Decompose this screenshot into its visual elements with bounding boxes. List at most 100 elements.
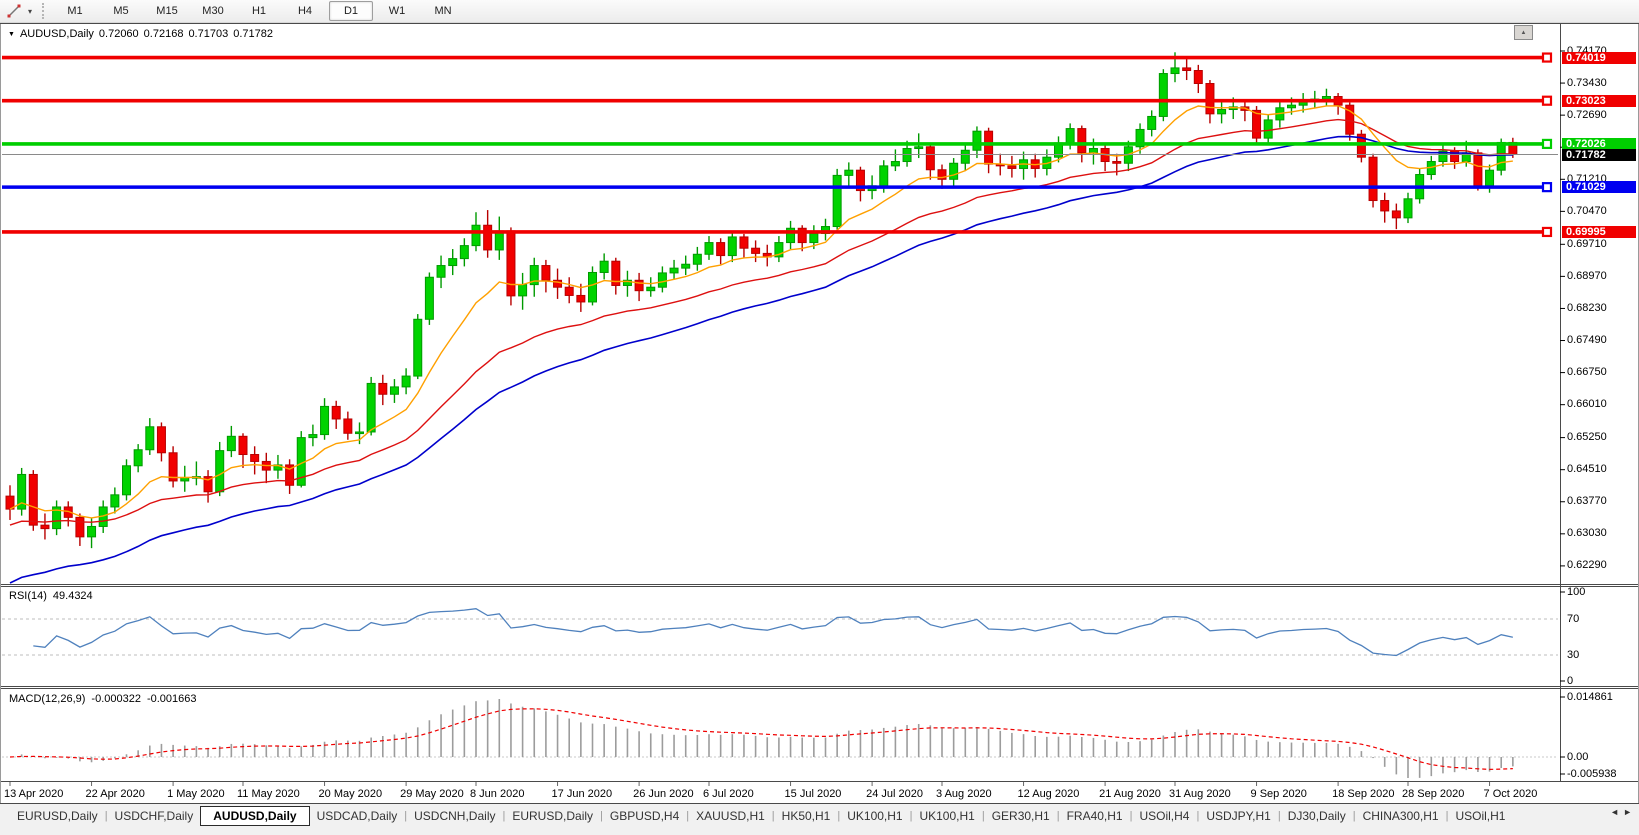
date-tick-label: 11 May 2020	[237, 788, 300, 800]
chart-tab-bar: EURUSD,Daily|USDCHF,DailyAUDUSD,DailyUSD…	[0, 804, 1639, 828]
timeframe-toolbar: M1M5M15M30H1H4D1W1MN	[52, 1, 466, 21]
chart-tab-ger30-h1[interactable]: GER30,H1	[985, 807, 1057, 825]
date-tick-label: 28 Sep 2020	[1402, 788, 1464, 800]
quote-open: 0.72060	[99, 28, 139, 40]
timeframe-button-mn[interactable]: MN	[421, 1, 465, 21]
chart-canvas[interactable]	[0, 0, 1639, 835]
chart-tab-audusd-daily[interactable]: AUDUSD,Daily	[200, 806, 309, 826]
resistance-line-tag: 0.74019	[1562, 52, 1636, 64]
macd-axis-label: -0.005938	[1567, 769, 1617, 780]
date-tick-label: 20 May 2020	[319, 788, 383, 800]
date-tick-label: 12 Aug 2020	[1018, 788, 1080, 800]
chart-tab-usdcad-daily[interactable]: USDCAD,Daily	[310, 807, 405, 825]
price-tick-label: 0.65250	[1567, 432, 1607, 443]
price-tick-label: 0.67490	[1567, 335, 1607, 346]
timeframe-button-m15[interactable]: M15	[145, 1, 189, 21]
price-tick-label: 0.66010	[1567, 399, 1607, 410]
timeframe-button-h4[interactable]: H4	[283, 1, 327, 21]
timeframe-button-m1[interactable]: M1	[53, 1, 97, 21]
dropdown-arrow-icon[interactable]: ▾	[24, 7, 36, 16]
chart-header: ▼ AUDUSD,Daily 0.72060 0.72168 0.71703 0.7178…	[8, 28, 278, 40]
price-tick-label: 0.68230	[1567, 303, 1607, 314]
chart-tab-eurusd-daily[interactable]: EURUSD,Daily	[10, 807, 105, 825]
toolbar: ▾ M1M5M15M30H1H4D1W1MN	[0, 0, 1639, 23]
chart-tab-fra40-h1[interactable]: FRA40,H1	[1060, 807, 1130, 825]
chart-tab-china300-h1[interactable]: CHINA300,H1	[1356, 807, 1446, 825]
macd-main-value: -0.000322	[91, 693, 141, 705]
chart-tab-eurusd-daily[interactable]: EURUSD,Daily	[505, 807, 600, 825]
timeframe-button-d1[interactable]: D1	[329, 1, 373, 21]
chart-tab-dj30-daily[interactable]: DJ30,Daily	[1281, 807, 1353, 825]
price-tick-label: 0.62290	[1567, 560, 1607, 571]
support-line-tag: 0.71029	[1562, 181, 1636, 193]
timeframe-button-h1[interactable]: H1	[237, 1, 281, 21]
price-tick-label: 0.68970	[1567, 271, 1607, 282]
quote-low: 0.71703	[188, 28, 228, 40]
date-tick-label: 13 Apr 2020	[4, 788, 63, 800]
price-tick-label: 0.64510	[1567, 464, 1607, 475]
price-tick-label: 0.70470	[1567, 206, 1607, 217]
date-tick-label: 7 Oct 2020	[1484, 788, 1538, 800]
tab-scroll-right-icon[interactable]: ►	[1623, 807, 1636, 817]
current-price-tag: 0.71782	[1562, 149, 1636, 161]
date-tick-label: 15 Jul 2020	[785, 788, 842, 800]
rsi-line	[33, 609, 1513, 656]
price-tick-label: 0.63770	[1567, 496, 1607, 507]
chart-tab-uk100-h1[interactable]: UK100,H1	[912, 807, 981, 825]
quote-close: 0.71782	[233, 28, 273, 40]
line-tool-icon[interactable]	[4, 2, 24, 20]
tab-scroll-left-icon[interactable]: ◄	[1610, 807, 1623, 817]
ma-slow-line	[10, 137, 1513, 583]
timeframe-button-m5[interactable]: M5	[99, 1, 143, 21]
macd-axis-label: 0.00	[1567, 752, 1588, 763]
chart-symbol: AUDUSD,Daily	[20, 28, 94, 40]
date-tick-label: 17 Jun 2020	[552, 788, 613, 800]
ma-fast-line	[10, 106, 1513, 518]
date-tick-label: 1 May 2020	[167, 788, 224, 800]
ma-medium-line	[10, 120, 1513, 525]
date-tick-label: 29 May 2020	[400, 788, 464, 800]
macd-signal-value: -0.001663	[147, 693, 197, 705]
chart-tab-usdchf-daily[interactable]: USDCHF,Daily	[108, 807, 201, 825]
toolbar-grip	[42, 3, 44, 19]
date-tick-label: 31 Aug 2020	[1169, 788, 1231, 800]
macd-axis-label: 0.014861	[1567, 692, 1613, 703]
price-tick-label: 0.72690	[1567, 110, 1607, 121]
chart-tab-usdcnh-daily[interactable]: USDCNH,Daily	[407, 807, 502, 825]
chart-tab-usdjpy-h1[interactable]: USDJPY,H1	[1199, 807, 1277, 825]
price-tick-label: 0.69710	[1567, 239, 1607, 250]
chart-tab-gbpusd-h4[interactable]: GBPUSD,H4	[603, 807, 686, 825]
support-line-tag: 0.69995	[1562, 226, 1636, 238]
collapse-arrow-icon[interactable]: ▼	[8, 31, 15, 38]
macd-histogram	[10, 699, 1513, 778]
date-tick-label: 6 Jul 2020	[703, 788, 754, 800]
date-tick-label: 21 Aug 2020	[1099, 788, 1161, 800]
macd-signal-line	[10, 709, 1513, 770]
quote-high: 0.72168	[144, 28, 184, 40]
chart-tab-xauusd-h1[interactable]: XAUUSD,H1	[689, 807, 772, 825]
tab-scroll-arrows: ◄►	[1610, 807, 1636, 817]
price-tick-label: 0.63030	[1567, 528, 1607, 539]
rsi-indicator-value: 49.4324	[53, 590, 93, 602]
date-tick-label: 3 Aug 2020	[936, 788, 992, 800]
date-tick-label: 9 Sep 2020	[1251, 788, 1307, 800]
resistance-line-tag: 0.73023	[1562, 95, 1636, 107]
rsi-axis-label: 0	[1567, 676, 1573, 687]
macd-indicator-name: MACD(12,26,9)	[9, 693, 85, 705]
rsi-axis-label: 100	[1567, 587, 1585, 598]
date-tick-label: 18 Sep 2020	[1332, 788, 1394, 800]
rsi-indicator-name: RSI(14)	[9, 590, 47, 602]
price-tick-label: 0.66750	[1567, 367, 1607, 378]
timeframe-button-m30[interactable]: M30	[191, 1, 235, 21]
date-tick-label: 22 Apr 2020	[86, 788, 145, 800]
chart-tab-uk100-h1[interactable]: UK100,H1	[840, 807, 909, 825]
chart-tab-usoil-h1[interactable]: USOil,H1	[1448, 807, 1512, 825]
timeframe-button-w1[interactable]: W1	[375, 1, 419, 21]
rsi-label: RSI(14) 49.4324	[9, 590, 99, 602]
scroll-up-button[interactable]: ▲	[1514, 25, 1533, 40]
macd-label: MACD(12,26,9) -0.000322 -0.001663	[9, 693, 203, 705]
chart-tab-usoil-h4[interactable]: USOil,H4	[1132, 807, 1196, 825]
date-tick-label: 26 Jun 2020	[633, 788, 694, 800]
rsi-axis-label: 70	[1567, 614, 1579, 625]
chart-tab-hk50-h1[interactable]: HK50,H1	[775, 807, 838, 825]
